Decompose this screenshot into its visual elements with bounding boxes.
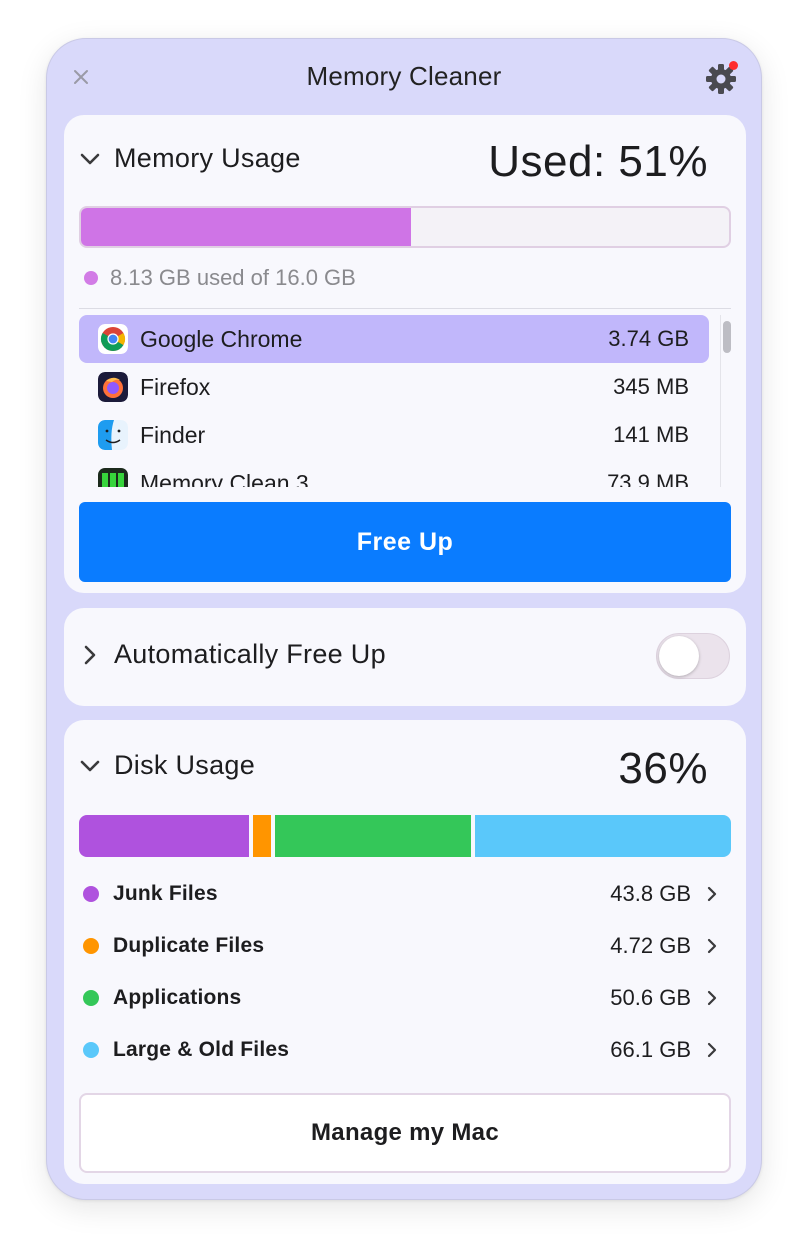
- memory-summary-text: 8.13 GB used of 16.0 GB: [110, 265, 356, 290]
- settings-button[interactable]: [705, 61, 741, 97]
- process-size: 3.74 GB: [608, 326, 689, 351]
- process-size: 141 MB: [613, 422, 689, 447]
- memory-clean-icon: [98, 468, 128, 487]
- memory-usage-bar: [79, 206, 731, 248]
- process-row-firefox[interactable]: Firefox 345 MB: [79, 363, 709, 411]
- window-title: Memory Cleaner: [306, 61, 502, 91]
- legend-dot: [83, 1042, 99, 1058]
- process-row-finder[interactable]: Finder 141 MB: [79, 411, 709, 459]
- memory-legend-dot: [84, 271, 98, 285]
- process-name: Firefox: [140, 373, 211, 400]
- free-up-button[interactable]: Free Up: [79, 502, 731, 582]
- chrome-icon: [98, 324, 128, 354]
- process-name: Finder: [140, 421, 206, 448]
- disk-usage-card: Disk Usage 36% Junk Files 43.8 GB Duplic…: [64, 720, 746, 1184]
- disk-bar-segment: [274, 815, 471, 857]
- memory-usage-bar-fill: [81, 208, 412, 246]
- firefox-icon: [98, 372, 128, 402]
- memory-cleaner-window: Memory Cleaner Memory Usage Used: 51% 8.…: [46, 38, 762, 1200]
- memory-usage-card: Memory Usage Used: 51% 8.13 GB used of 1…: [64, 115, 746, 593]
- scrollbar-track: [720, 315, 721, 487]
- chevron-right-icon: [705, 1040, 719, 1060]
- auto-free-up-label: Automatically Free Up: [114, 639, 386, 669]
- memory-usage-header[interactable]: Memory Usage: [80, 143, 301, 174]
- process-size: 345 MB: [613, 374, 689, 399]
- disk-usage-header[interactable]: Disk Usage: [80, 750, 255, 781]
- disk-category-name: Large & Old Files: [113, 1038, 290, 1061]
- disk-row-applications[interactable]: Applications 50.6 GB: [79, 978, 719, 1018]
- chevron-right-icon: [705, 936, 719, 956]
- disk-used-percent: 36%: [618, 744, 708, 793]
- disk-usage-bar: [79, 815, 731, 857]
- finder-icon: [98, 420, 128, 450]
- chevron-down-icon: [80, 756, 100, 776]
- disk-category-size: 43.8 GB: [610, 881, 691, 906]
- disk-category-name: Junk Files: [113, 882, 218, 905]
- memory-summary: 8.13 GB used of 16.0 GB: [84, 265, 356, 291]
- disk-category-size: 66.1 GB: [610, 1037, 691, 1062]
- disk-row-large-old-files[interactable]: Large & Old Files 66.1 GB: [79, 1030, 719, 1070]
- auto-free-up-toggle[interactable]: [656, 633, 730, 679]
- disk-row-duplicate-files[interactable]: Duplicate Files 4.72 GB: [79, 926, 719, 966]
- chevron-right-icon: [80, 645, 100, 665]
- manage-my-mac-button[interactable]: Manage my Mac: [79, 1093, 731, 1173]
- memory-used-percent: Used: 51%: [488, 137, 708, 186]
- disk-category-size: 50.6 GB: [610, 985, 691, 1010]
- title-bar: Memory Cleaner: [47, 39, 761, 117]
- auto-free-up-card: Automatically Free Up: [64, 608, 746, 706]
- process-list[interactable]: Google Chrome 3.74 GB Firefox 345 MB Fin…: [79, 315, 731, 487]
- chevron-right-icon: [705, 884, 719, 904]
- legend-dot: [83, 990, 99, 1006]
- process-row-memory-clean[interactable]: Memory Clean 3 73.9 MB: [79, 459, 709, 487]
- chevron-down-icon: [80, 149, 100, 169]
- divider: [79, 308, 731, 309]
- disk-bar-segment: [474, 815, 731, 857]
- disk-category-name: Duplicate Files: [113, 934, 265, 957]
- disk-usage-label: Disk Usage: [114, 750, 256, 780]
- process-size: 73.9 MB: [607, 470, 689, 487]
- process-name: Memory Clean 3: [140, 469, 309, 488]
- process-row-chrome[interactable]: Google Chrome 3.74 GB: [79, 315, 709, 363]
- disk-category-size: 4.72 GB: [610, 933, 691, 958]
- process-name: Google Chrome: [140, 325, 303, 352]
- chevron-right-icon: [705, 988, 719, 1008]
- legend-dot: [83, 938, 99, 954]
- disk-bar-segment: [252, 815, 271, 857]
- disk-bar-segment: [79, 815, 249, 857]
- scrollbar-thumb[interactable]: [723, 321, 731, 353]
- process-list-scrollbar[interactable]: [720, 315, 731, 487]
- toggle-knob: [659, 636, 699, 676]
- notification-badge: [729, 61, 738, 70]
- legend-dot: [83, 886, 99, 902]
- memory-usage-label: Memory Usage: [114, 143, 301, 173]
- disk-category-name: Applications: [113, 986, 242, 1009]
- disk-row-junk-files[interactable]: Junk Files 43.8 GB: [79, 874, 719, 914]
- auto-free-up-header[interactable]: Automatically Free Up: [80, 639, 386, 670]
